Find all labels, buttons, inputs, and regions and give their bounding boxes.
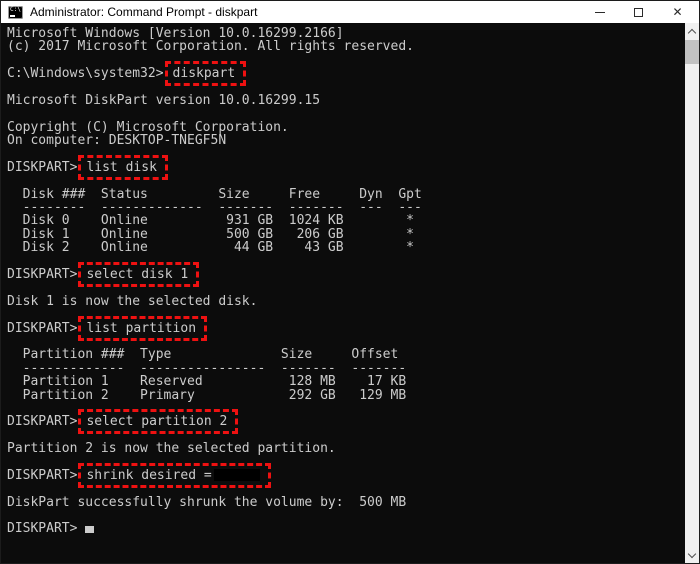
text-cursor [85, 526, 95, 534]
prompt: DISKPART> [7, 159, 78, 175]
console-line: Partition 2 Primary 292 GB 129 MB [7, 387, 407, 403]
console-output[interactable]: Microsoft Windows [Version 10.0.16299.21… [1, 23, 685, 563]
console-line: DISKPART> list partition [7, 315, 685, 341]
console-line: Disk 0 Online 931 GB 1024 KB * [7, 213, 414, 229]
console-line: Partition ### Type Size Offset [7, 347, 399, 363]
scroll-down-button[interactable] [685, 547, 699, 563]
chevron-down-icon [687, 549, 697, 558]
minimize-icon [594, 11, 605, 13]
highlighted-command: select disk 1 [78, 262, 200, 288]
prompt: DISKPART> [7, 320, 78, 336]
prompt: DISKPART> [7, 521, 86, 537]
scroll-up-button[interactable] [685, 23, 699, 39]
console-line: DISKPART> shrink desired = [7, 462, 685, 488]
vertical-scrollbar[interactable] [685, 23, 699, 563]
console-line: -------- ------------- ------- ------- -… [7, 200, 422, 216]
command-prompt-window: C:\ Administrator: Command Prompt - disk… [0, 0, 700, 564]
console-line: Microsoft DiskPart version 10.0.16299.15 [7, 92, 321, 108]
console-line: (c) 2017 Microsoft Corporation. All righ… [7, 39, 414, 55]
prompt: DISKPART> [7, 414, 78, 430]
console-line: DISKPART> select partition 2 [7, 409, 685, 435]
title-bar: C:\ Administrator: Command Prompt - disk… [1, 1, 699, 23]
minimize-button[interactable] [580, 1, 619, 23]
maximize-button[interactable] [619, 1, 658, 23]
console-line: ------------- ---------------- ------- -… [7, 360, 407, 376]
console-line: Disk 2 Online 44 GB 43 GB * [7, 240, 414, 256]
scrollbar-thumb[interactable] [685, 40, 699, 64]
highlighted-command: select partition 2 [78, 409, 239, 435]
console-line: C:\Windows\system32> diskpart [7, 61, 685, 87]
chevron-up-icon [687, 28, 697, 37]
cmd-icon-cursor [10, 14, 15, 17]
close-icon: ✕ [672, 5, 683, 19]
highlighted-command: diskpart [164, 61, 247, 87]
console-line: Disk 1 Online 500 GB 206 GB * [7, 226, 414, 242]
console-line: Microsoft Windows [Version 10.0.16299.21… [7, 26, 344, 41]
console-line: DiskPart successfully shrunk the volume … [7, 494, 407, 510]
close-button[interactable]: ✕ [658, 1, 697, 23]
redacted-value [213, 468, 260, 481]
highlighted-command: list partition [78, 315, 208, 341]
prompt: C:\Windows\system32> [7, 66, 164, 82]
console-line: DISKPART> list disk [7, 154, 685, 180]
window-title: Administrator: Command Prompt - diskpart [30, 5, 258, 19]
console-line: On computer: DESKTOP-TNEGF5N [7, 133, 227, 149]
cmd-icon: C:\ [8, 5, 23, 19]
console-line: Disk ### Status Size Free Dyn Gpt [7, 186, 422, 202]
console-line: Disk 1 is now the selected disk. [7, 293, 258, 309]
highlighted-command: shrink desired = [78, 462, 271, 488]
prompt: DISKPART> [7, 467, 78, 483]
window-controls: ✕ [580, 1, 697, 23]
maximize-icon [634, 7, 643, 17]
console-line: Partition 1 Reserved 128 MB 17 KB [7, 374, 407, 390]
highlighted-command: list disk [78, 154, 168, 180]
console-line: DISKPART> select disk 1 [7, 262, 685, 288]
console-line: Copyright (C) Microsoft Corporation. [7, 119, 289, 135]
console-line: Partition 2 is now the selected partitio… [7, 441, 336, 457]
prompt: DISKPART> [7, 267, 78, 283]
console-line: DISKPART> [7, 521, 685, 537]
cmd-icon-text: C:\ [10, 5, 21, 13]
window-content: Microsoft Windows [Version 10.0.16299.21… [1, 23, 699, 563]
